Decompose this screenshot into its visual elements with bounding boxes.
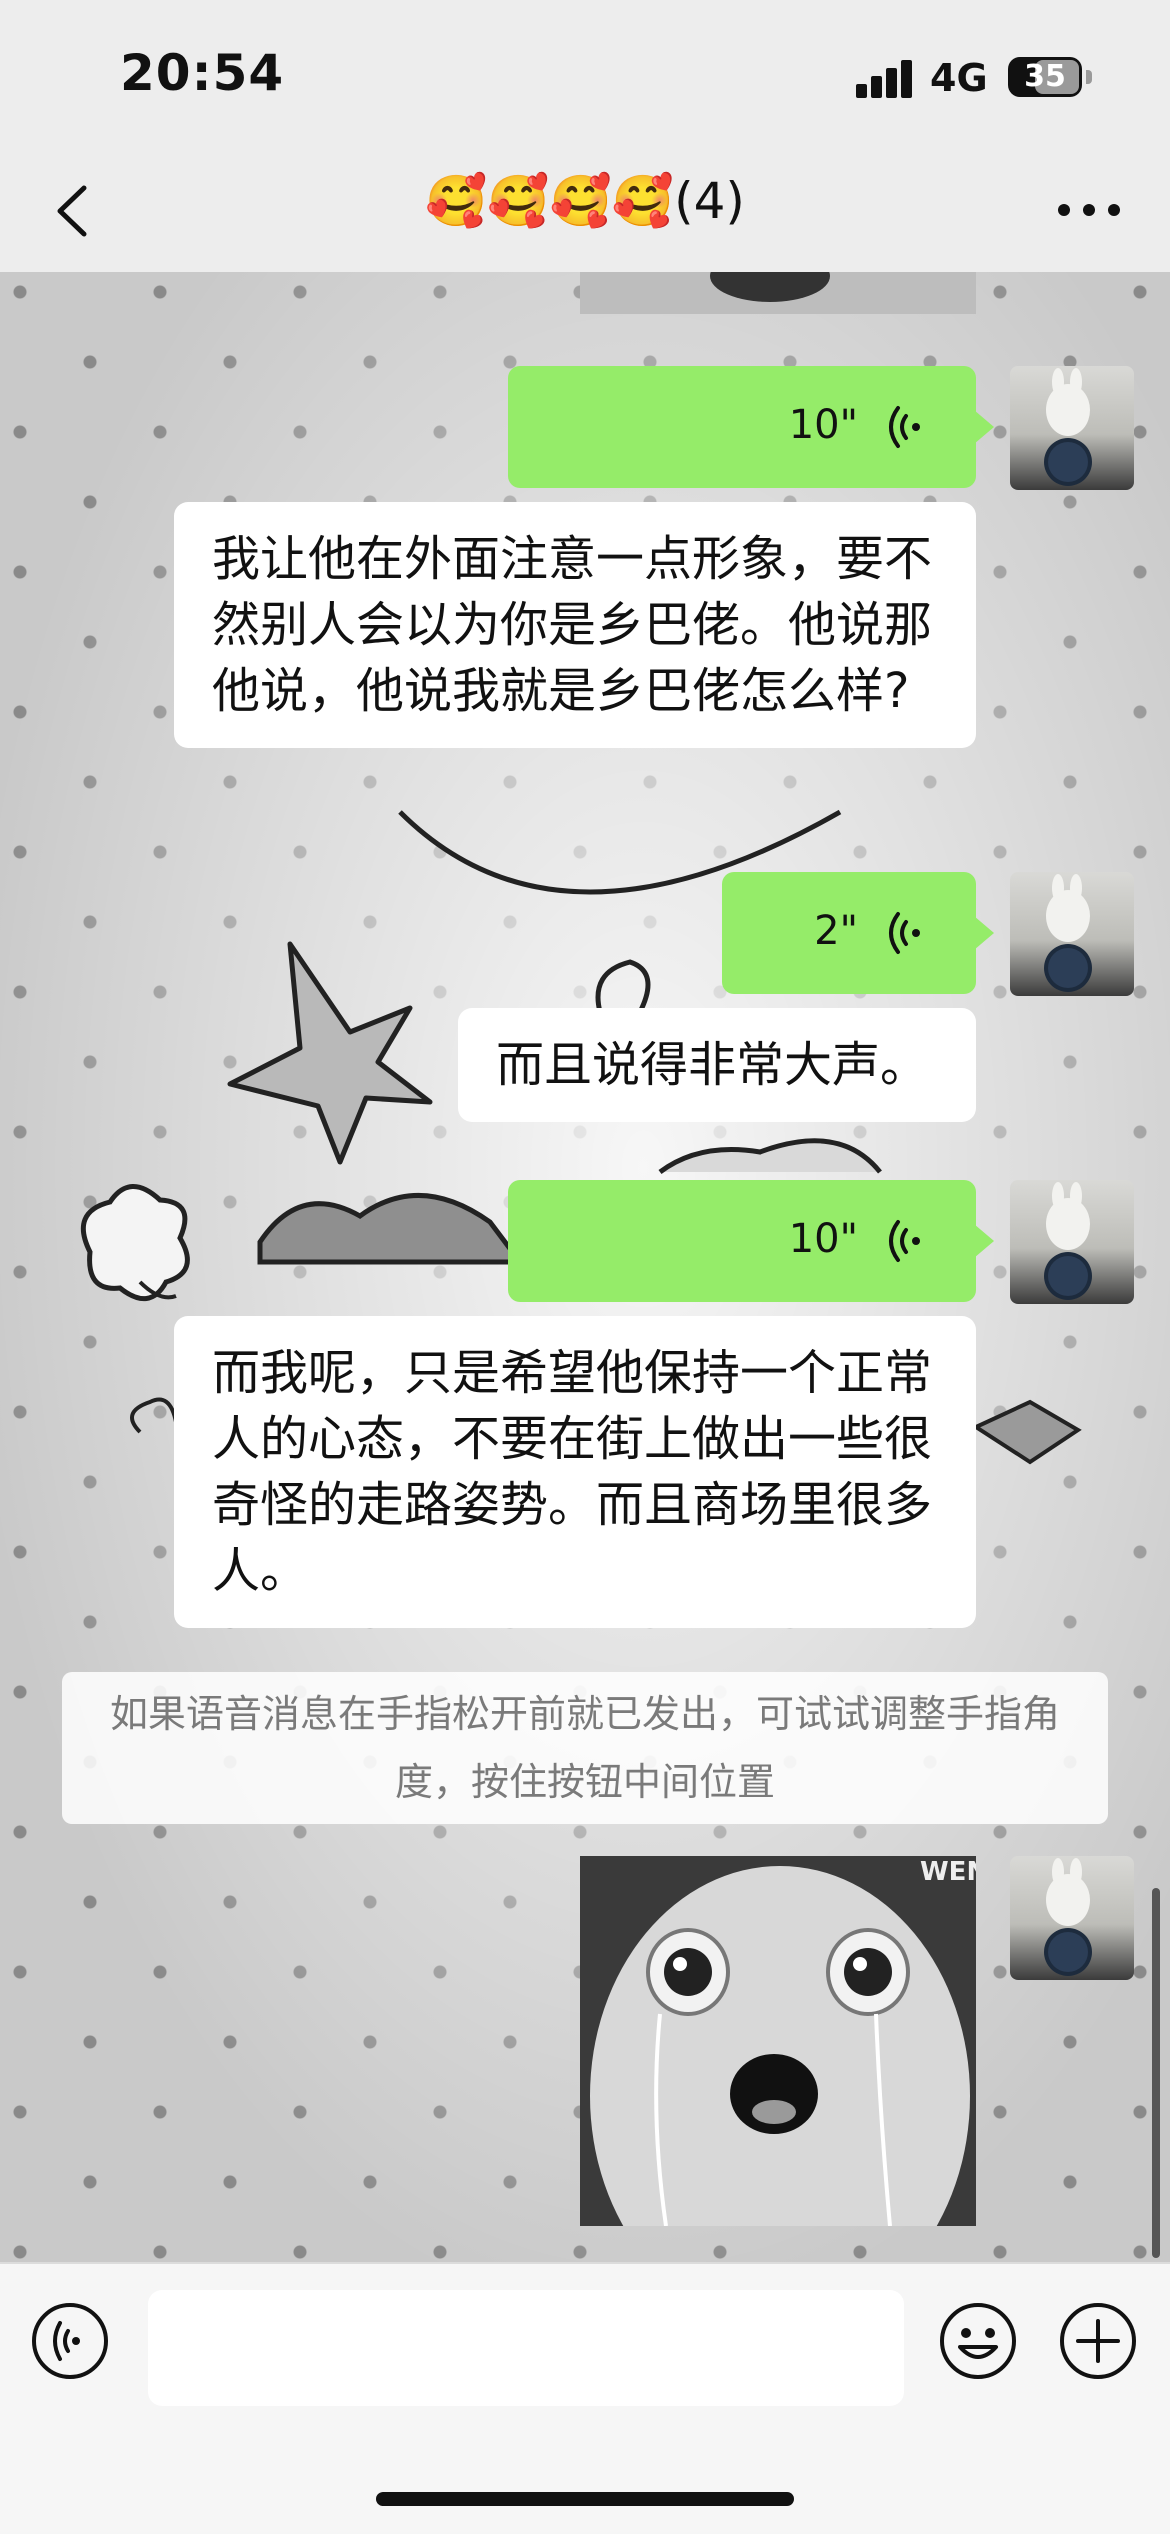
voice-duration: 10" [788,402,858,448]
voice-message[interactable]: 10" [508,366,994,488]
sticker-watermark: WEN [920,1857,976,1887]
voice-duration: 10" [788,1216,858,1262]
sticker-message[interactable]: WEN [580,1856,976,2226]
voice-wave-icon [889,406,920,448]
chat-area[interactable]: 10" 我让他在外面注意一点形象，要不然别人会以为你是乡巴佬。他说那他说，他说我… [0,272,1170,2262]
voice-transcript[interactable]: 而且说得非常大声。 [458,1008,976,1122]
status-bar: 20:54 4G 35 [0,0,1170,150]
voice-transcript[interactable]: 而我呢，只是希望他保持一个正常人的心态，不要在街上做出一些很奇怪的走路姿势。而且… [174,1316,976,1628]
plus-icon[interactable] [1058,2301,1138,2381]
voice-message[interactable]: 10" [508,1180,994,1302]
system-tip: 如果语音消息在手指松开前就已发出，可试试调整手指角度，按住按钮中间位置 [62,1672,1108,1824]
avatar[interactable] [1010,366,1134,490]
voice-wave-icon [889,1220,920,1262]
input-bar [0,2262,1170,2534]
scrollbar[interactable] [1152,1888,1160,2258]
voice-input-icon[interactable] [30,2301,110,2381]
chat-title: 🥰🥰🥰🥰(4) [425,172,745,230]
network-type: 4G [930,56,988,100]
avatar[interactable] [1010,1856,1134,1980]
previous-image-message[interactable] [580,272,976,314]
voice-wave-icon [889,912,920,954]
emoji-icon[interactable] [938,2301,1018,2381]
more-dots-icon[interactable] [1054,180,1124,240]
voice-transcript[interactable]: 我让他在外面注意一点形象，要不然别人会以为你是乡巴佬。他说那他说，他说我就是乡巴… [174,502,976,748]
avatar[interactable] [1010,1180,1134,1304]
home-indicator [376,2492,794,2506]
voice-message[interactable]: 2" [722,872,994,994]
battery-level: 35 [1024,59,1066,94]
message-input[interactable] [148,2290,904,2406]
avatar[interactable] [1010,872,1134,996]
signal-icon [856,60,914,98]
voice-duration: 2" [814,908,858,954]
status-time: 20:54 [120,44,285,102]
nav-bar: 🥰🥰🥰🥰(4) [0,150,1170,274]
battery-icon: 35 [1008,57,1082,97]
battery-tip [1086,70,1092,84]
